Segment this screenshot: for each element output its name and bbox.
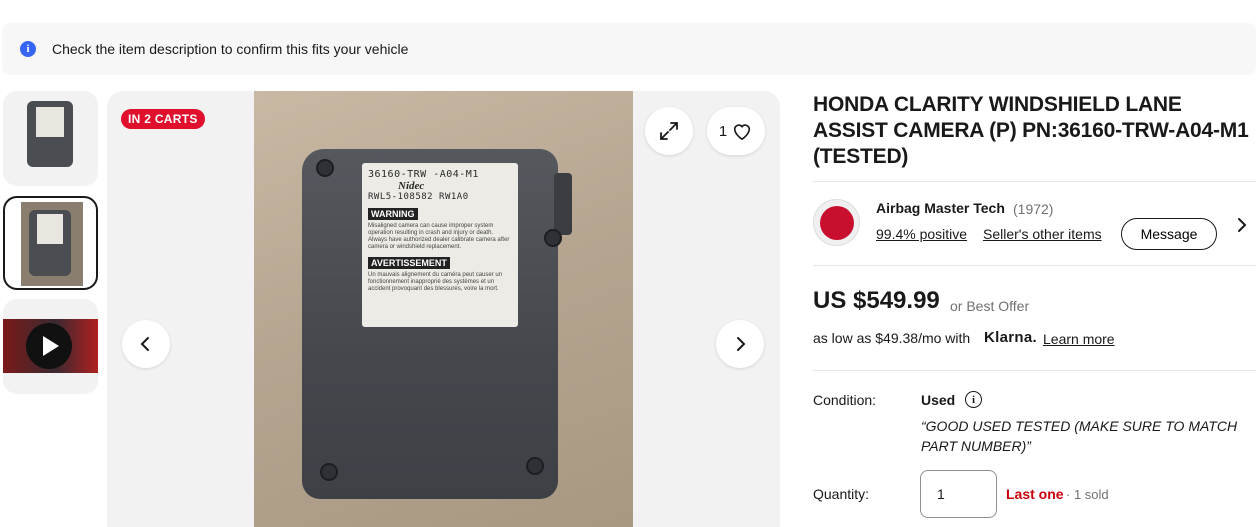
info-icon: i	[20, 41, 36, 57]
label-part-number: 36160-TRW -A04-M1	[368, 169, 479, 180]
main-photo: 36160-TRW -A04-M1 Nidec RWL5-108582 RW1A…	[254, 91, 633, 527]
label-caution: AVERTISSEMENT	[368, 257, 450, 269]
seller-logo	[819, 205, 854, 240]
seller-name[interactable]: Airbag Master Tech	[876, 200, 1005, 216]
condition-info-icon[interactable]: i	[965, 391, 982, 408]
condition-label: Condition:	[813, 392, 877, 408]
divider	[813, 265, 1256, 266]
next-image-button[interactable]	[716, 320, 764, 368]
screw-detail	[320, 463, 338, 481]
expand-icon	[660, 122, 678, 140]
thumbnail-label-detail	[37, 214, 63, 244]
seller-feedback-count: (1972)	[1013, 201, 1054, 217]
heart-icon	[734, 124, 751, 141]
learn-more-link[interactable]: Learn more	[1043, 331, 1115, 347]
watch-count: 1	[718, 122, 728, 140]
screw-detail	[544, 229, 562, 247]
play-icon	[26, 323, 72, 369]
part-label: 36160-TRW -A04-M1 Nidec RWL5-108582 RW1A…	[362, 163, 518, 327]
chevron-right-icon	[737, 337, 746, 351]
expand-button[interactable]	[645, 107, 693, 155]
divider	[813, 181, 1256, 182]
condition-description: “GOOD USED TESTED (MAKE SURE TO MATCH PA…	[921, 418, 1238, 454]
message-button[interactable]: Message	[1121, 218, 1217, 250]
quantity-label: Quantity:	[813, 486, 870, 502]
label-caution-text: Un mauvais alignement du caméra peut cau…	[368, 272, 503, 292]
fitment-notice: i Check the item description to confirm …	[2, 23, 1256, 75]
klarna-logo: Klarna.	[984, 329, 1037, 346]
thumbnail-video[interactable]	[3, 299, 98, 394]
condition-value: Used	[921, 392, 956, 408]
quantity-input[interactable]	[920, 470, 997, 518]
thumbnail-label-detail	[36, 107, 64, 137]
watch-button[interactable]: 1	[707, 107, 765, 155]
screw-detail	[316, 159, 334, 177]
previous-image-button[interactable]	[122, 320, 170, 368]
seller-positive-link[interactable]: 99.4% positive	[876, 226, 967, 242]
label-warning: WARNING	[368, 208, 418, 220]
divider	[813, 370, 1256, 371]
price: US $549.99	[813, 287, 940, 314]
label-brand: Nidec	[398, 180, 425, 192]
thumbnail-2-selected[interactable]	[3, 196, 98, 290]
chevron-left-icon	[140, 337, 149, 351]
listing-title: HONDA CLARITY WINDSHIELD LANE ASSIST CAM…	[813, 93, 1249, 168]
camera-module: 36160-TRW -A04-M1 Nidec RWL5-108582 RW1A…	[302, 149, 572, 499]
seller-avatar[interactable]	[813, 199, 860, 246]
klarna-text: as low as $49.38/mo with	[813, 330, 971, 346]
label-warning-text: Misaligned camera can cause improper sys…	[368, 223, 510, 250]
bracket-detail	[554, 173, 572, 235]
main-image-viewer[interactable]: 36160-TRW -A04-M1 Nidec RWL5-108582 RW1A…	[107, 91, 780, 527]
in-carts-badge: IN 2 CARTS	[121, 109, 205, 129]
sold-count: · 1 sold	[1066, 487, 1109, 502]
last-one-text: Last one	[1006, 486, 1064, 502]
label-serial: RWL5-108582 RW1A0	[368, 192, 469, 202]
screw-detail	[526, 457, 544, 475]
seller-other-items-link[interactable]: Seller's other items	[983, 226, 1102, 242]
seller-chevron-right-icon[interactable]	[1234, 216, 1250, 234]
fitment-notice-text: Check the item description to confirm th…	[52, 41, 409, 57]
thumbnail-1[interactable]	[3, 91, 98, 186]
best-offer-text: or Best Offer	[950, 298, 1030, 314]
